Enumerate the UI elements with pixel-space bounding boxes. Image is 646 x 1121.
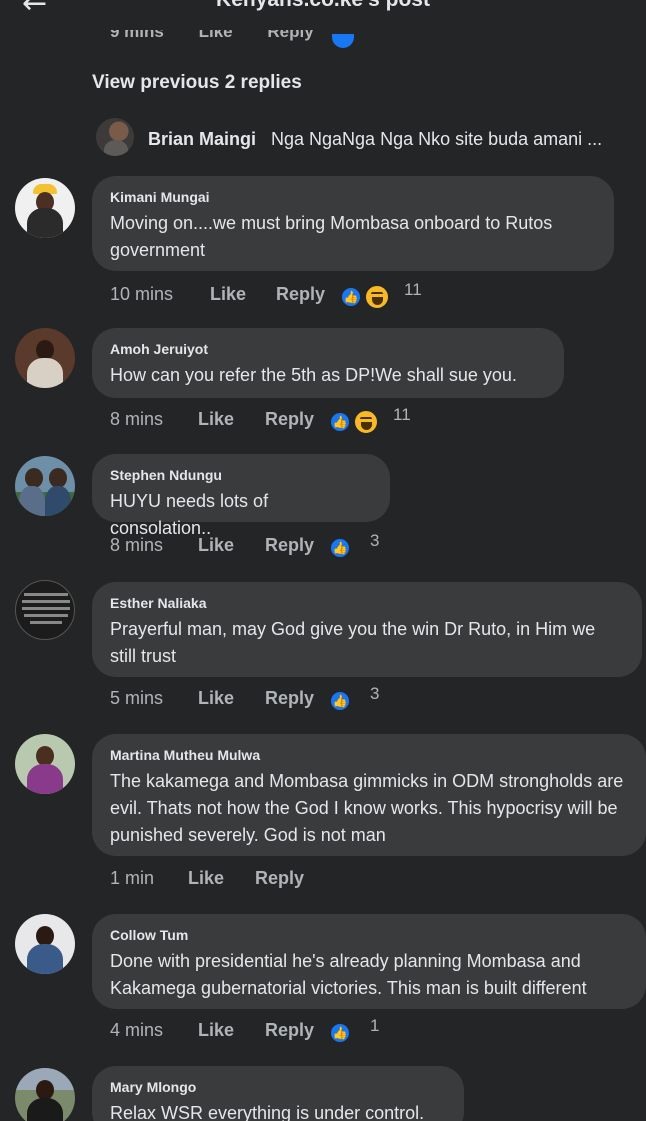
like-reaction-icon[interactable]: 👍: [340, 286, 362, 308]
avatar[interactable]: [15, 1068, 75, 1121]
comment-bubble: Mary Mlongo Relax WSR everything is unde…: [92, 1066, 464, 1121]
avatar[interactable]: [15, 914, 75, 974]
previous-time: 9 mins: [110, 30, 164, 41]
like-reaction-icon[interactable]: 👍: [329, 537, 351, 559]
like-button[interactable]: Like: [188, 868, 224, 889]
reply-preview[interactable]: Brian Maingi Nga NgaNga Nga Nko site bud…: [96, 118, 636, 156]
comment-time: 4 mins: [110, 1020, 164, 1040]
reply-author-name[interactable]: Brian Maingi: [148, 129, 256, 150]
comment-author-name[interactable]: Kimani Mungai: [110, 189, 596, 206]
like-reaction-icon[interactable]: 👍: [329, 1022, 351, 1044]
comment-author-name[interactable]: Collow Tum: [110, 927, 628, 944]
reply-button[interactable]: Reply: [265, 535, 314, 556]
reply-button[interactable]: Reply: [265, 409, 314, 430]
comment-bubble: Kimani Mungai Moving on....we must bring…: [92, 176, 614, 271]
haha-reaction-icon[interactable]: [353, 409, 379, 435]
reaction-count[interactable]: 11: [393, 405, 411, 425]
post-title: Kenyans.co.ke's post: [0, 0, 646, 12]
comment-author-name[interactable]: Mary Mlongo: [110, 1079, 446, 1096]
comment-text: Prayerful man, may God give you the win …: [110, 619, 596, 666]
reply-button[interactable]: Reply: [276, 284, 325, 305]
like-button[interactable]: Like: [198, 535, 234, 556]
like-button[interactable]: Like: [198, 688, 234, 709]
comment-time: 1 min: [110, 868, 155, 888]
avatar[interactable]: [15, 580, 75, 640]
previous-like-button[interactable]: Like: [199, 30, 233, 41]
comment-text: HUYU needs lots of consolation..: [110, 491, 269, 538]
avatar[interactable]: [15, 328, 75, 388]
comment-time: 5 mins: [110, 688, 164, 708]
avatar[interactable]: [15, 734, 75, 794]
like-button[interactable]: Like: [198, 409, 234, 430]
reply-button[interactable]: Reply: [265, 688, 314, 709]
avatar[interactable]: [96, 118, 134, 156]
reaction-count[interactable]: 3: [370, 531, 379, 551]
comment-author-name[interactable]: Martina Mutheu Mulwa: [110, 747, 628, 764]
like-button[interactable]: Like: [210, 284, 246, 305]
previous-reply-button[interactable]: Reply: [267, 30, 313, 41]
reply-button[interactable]: Reply: [255, 868, 304, 889]
comment-bubble: Stephen Ndungu HUYU needs lots of consol…: [92, 454, 390, 538]
like-reaction-icon[interactable]: 👍: [329, 690, 351, 712]
reaction-count[interactable]: 1: [370, 1016, 379, 1036]
comment-text: How can you refer the 5th as DP!We shall…: [110, 365, 517, 385]
like-reaction-icon[interactable]: 👍: [329, 411, 351, 433]
avatar[interactable]: [15, 178, 75, 238]
comment-bubble: Amoh Jeruiyot How can you refer the 5th …: [92, 328, 564, 398]
previous-comment-actions: 9 mins Like Reply: [110, 30, 370, 48]
comment-text: Done with presidential he's already plan…: [110, 951, 587, 998]
comment-author-name[interactable]: Stephen Ndungu: [110, 467, 372, 484]
comment-text: The kakamega and Mombasa gimmicks in ODM…: [110, 771, 624, 845]
reply-preview-text: Nga NgaNga Nga Nko site buda amani ...: [271, 129, 603, 149]
comment-time: 8 mins: [110, 535, 164, 555]
comment-bubble: Collow Tum Done with presidential he's a…: [92, 914, 646, 1009]
avatar[interactable]: [15, 456, 75, 516]
reaction-count[interactable]: 11: [404, 280, 422, 300]
comment-author-name[interactable]: Esther Naliaka: [110, 595, 624, 612]
view-previous-replies-link[interactable]: View previous 2 replies: [92, 72, 302, 94]
comment-text: Relax WSR everything is under control.: [110, 1103, 425, 1121]
comment-author-name[interactable]: Amoh Jeruiyot: [110, 341, 546, 358]
reply-button[interactable]: Reply: [265, 1020, 314, 1041]
top-bar: ← Kenyans.co.ke's post: [0, 0, 646, 14]
comment-text: Moving on....we must bring Mombasa onboa…: [110, 213, 553, 260]
comment-time: 8 mins: [110, 409, 164, 429]
haha-reaction-icon[interactable]: [364, 284, 390, 310]
comment-bubble: Martina Mutheu Mulwa The kakamega and Mo…: [92, 734, 646, 856]
like-button[interactable]: Like: [198, 1020, 234, 1041]
comment-time: 10 mins: [110, 284, 174, 304]
reaction-count[interactable]: 3: [370, 684, 379, 704]
comment-bubble: Esther Naliaka Prayerful man, may God gi…: [92, 582, 642, 677]
